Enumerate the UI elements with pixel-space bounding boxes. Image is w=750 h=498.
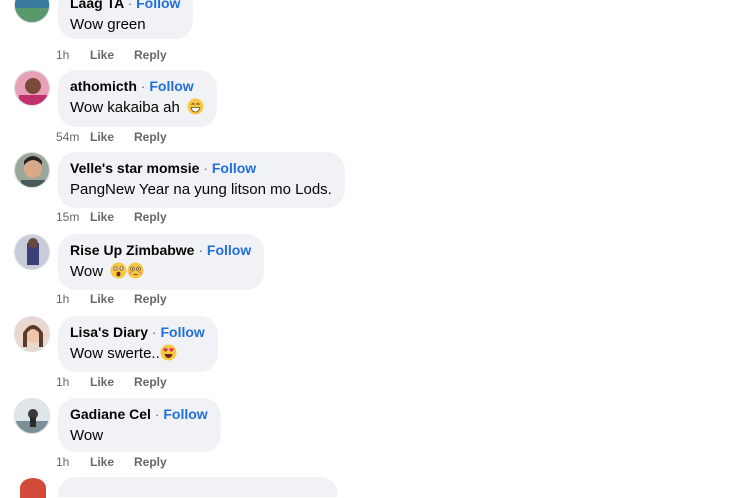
comment-text: Wow (70, 263, 104, 280)
follow-button[interactable]: Follow (212, 160, 256, 176)
comment-bubble: Lisa's Diary · Follow Wow swerte.. (58, 316, 218, 372)
astonished-emoji (110, 262, 127, 285)
timestamp[interactable]: 54m (56, 129, 86, 145)
separator: · (198, 242, 204, 258)
like-button[interactable]: Like (90, 209, 134, 225)
reply-button[interactable]: Reply (134, 454, 167, 470)
avatar[interactable] (14, 398, 50, 434)
comment-text: Wow (70, 427, 104, 444)
flushed-emoji (127, 262, 144, 285)
author-name[interactable]: Velle's star momsie (70, 160, 199, 176)
comment-actions: 1h Like Reply (56, 47, 167, 63)
reply-button[interactable]: Reply (134, 291, 167, 307)
separator: · (154, 406, 160, 422)
follow-button[interactable]: Follow (161, 324, 205, 340)
author-name[interactable]: athomicth (70, 78, 137, 94)
timestamp[interactable]: 1h (56, 454, 86, 470)
reply-button[interactable]: Reply (134, 47, 167, 63)
avatar[interactable] (14, 316, 50, 352)
follow-button[interactable]: Follow (149, 78, 193, 94)
heart-eyes-emoji (160, 344, 177, 367)
reply-button[interactable]: Reply (134, 209, 167, 225)
grinning-sweat-emoji (187, 98, 204, 121)
comment-actions: 1h Like Reply (56, 454, 167, 470)
separator: · (127, 0, 133, 11)
follow-button[interactable]: Follow (207, 242, 251, 258)
comment-bubble: Gadiane Cel · Follow Wow (58, 398, 221, 452)
comment-text: Wow kakaiba ah (70, 99, 180, 116)
like-button[interactable]: Like (90, 47, 134, 63)
follow-button[interactable]: Follow (163, 406, 207, 422)
timestamp[interactable]: 1h (56, 47, 86, 63)
comment-actions: 1h Like Reply (56, 291, 167, 307)
comment-bubble: Laag TA · Follow Wow green (58, 0, 194, 39)
timestamp[interactable]: 1h (56, 291, 86, 307)
comment-actions: 15m Like Reply (56, 209, 167, 225)
reply-button[interactable]: Reply (134, 374, 167, 390)
separator: · (203, 160, 208, 176)
like-button[interactable]: Like (90, 291, 134, 307)
comment-bubble: Rise Up Zimbabwe · Follow Wow (58, 234, 265, 290)
separator: · (151, 324, 157, 340)
comment-bubble: Velle's star momsie · Follow PangNew Yea… (58, 152, 345, 208)
follow-button[interactable]: Follow (136, 0, 180, 11)
comment-actions: 54m Like Reply (56, 129, 167, 145)
comment-text: PangNew Year na yung litson mo Lods. (70, 181, 332, 198)
avatar[interactable] (20, 478, 46, 498)
comment-bubble (58, 477, 338, 497)
timestamp[interactable]: 15m (56, 209, 86, 225)
author-name[interactable]: Lisa's Diary (70, 324, 148, 340)
avatar[interactable] (14, 0, 50, 23)
reply-button[interactable]: Reply (134, 129, 167, 145)
separator: · (140, 78, 146, 94)
timestamp[interactable]: 1h (56, 374, 86, 390)
like-button[interactable]: Like (90, 374, 134, 390)
comment-text: Wow green (70, 16, 146, 33)
comment-bubble: athomicth · Follow Wow kakaiba ah (58, 70, 217, 127)
author-name[interactable]: Gadiane Cel (70, 406, 151, 422)
avatar[interactable] (14, 152, 50, 188)
comment-text: Wow swerte.. (70, 345, 160, 362)
like-button[interactable]: Like (90, 129, 134, 145)
comment-actions: 1h Like Reply (56, 374, 167, 390)
author-name[interactable]: Rise Up Zimbabwe (70, 242, 194, 258)
like-button[interactable]: Like (90, 454, 134, 470)
author-name[interactable]: Laag TA (70, 0, 124, 11)
avatar[interactable] (14, 70, 50, 106)
avatar[interactable] (14, 234, 50, 270)
